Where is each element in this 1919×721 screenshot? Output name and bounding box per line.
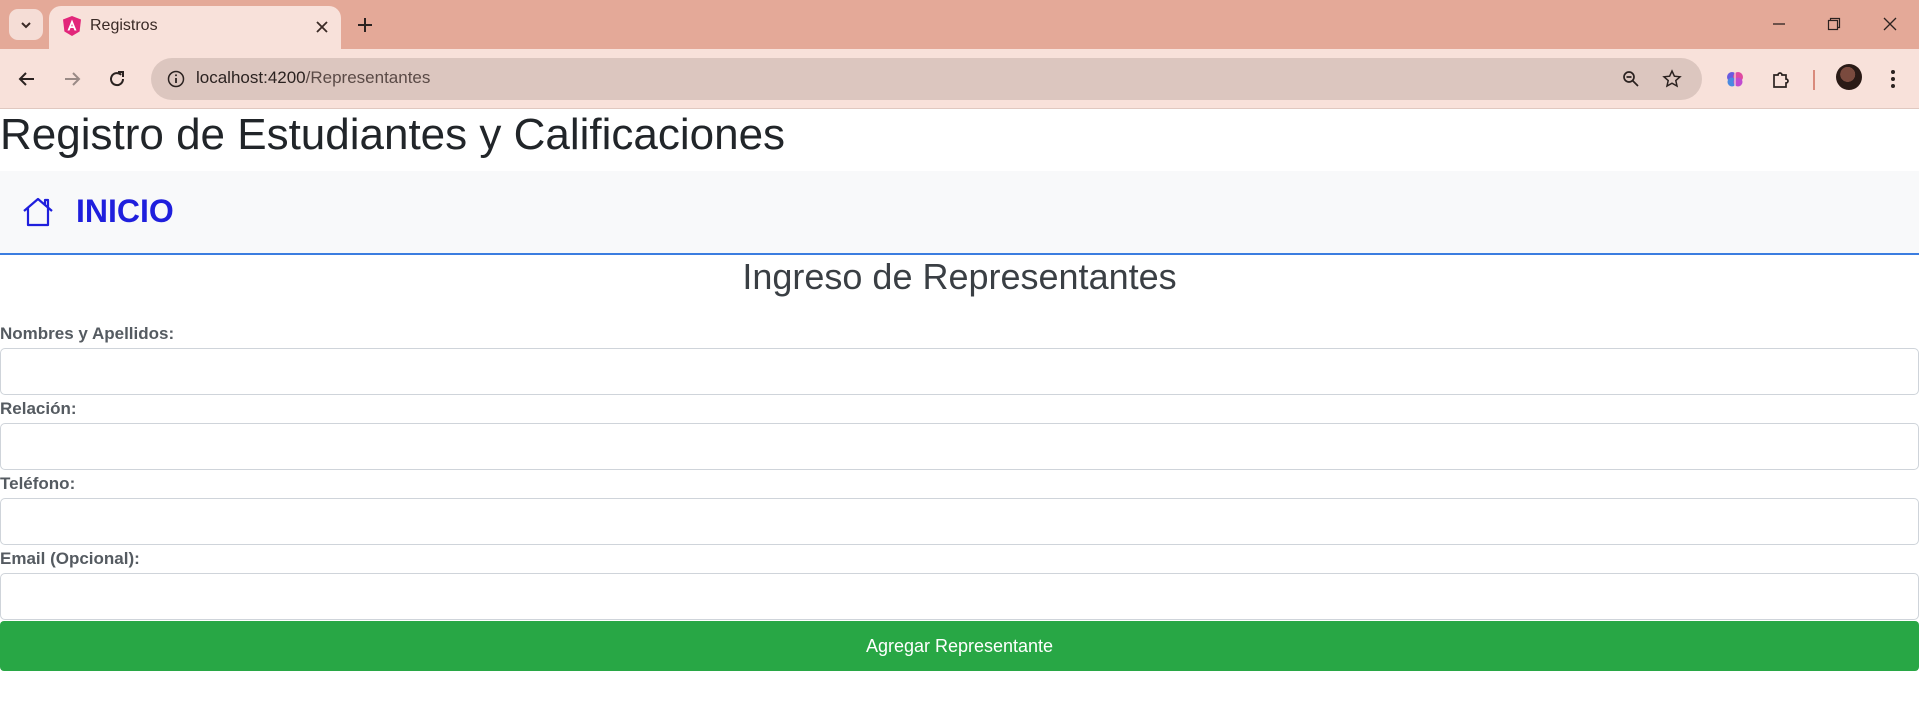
navbar: INICIO <box>0 171 1919 255</box>
browser-toolbar: localhost:4200/Representantes <box>0 49 1919 109</box>
extensions-menu-button[interactable] <box>1764 62 1798 96</box>
add-representative-button[interactable]: Agregar Representante <box>0 621 1919 671</box>
browser-tab[interactable]: Registros <box>49 6 341 49</box>
reload-button[interactable] <box>100 62 134 96</box>
profile-avatar[interactable] <box>1836 64 1862 90</box>
tab-title: Registros <box>90 17 158 34</box>
tab-close-button[interactable] <box>311 16 333 38</box>
chevron-down-icon <box>21 21 31 28</box>
restore-icon <box>1827 17 1841 31</box>
minimize-icon <box>1773 23 1785 25</box>
close-window-button[interactable] <box>1868 8 1912 40</box>
home-icon <box>23 197 53 226</box>
extension-brain-icon <box>1727 72 1743 87</box>
phone-label: Teléfono: <box>0 474 76 493</box>
reload-icon <box>110 71 125 87</box>
email-input[interactable] <box>0 573 1919 620</box>
back-arrow-icon <box>18 72 34 86</box>
plus-icon <box>358 18 372 32</box>
email-label: Email (Opcional): <box>0 549 140 568</box>
address-bar[interactable]: localhost:4200/Representantes <box>151 58 1702 100</box>
name-label: Nombres y Apellidos: <box>0 324 175 343</box>
forward-button[interactable] <box>55 62 89 96</box>
close-icon <box>316 21 328 33</box>
name-input[interactable] <box>0 348 1919 395</box>
home-link-label: INICIO <box>76 193 174 229</box>
browser-titlebar: Registros <box>0 0 1919 49</box>
section-title: Ingreso de Representantes <box>742 256 1177 297</box>
close-window-icon <box>1883 17 1897 31</box>
bookmark-button[interactable] <box>1657 64 1687 94</box>
toolbar-divider <box>1813 70 1815 90</box>
url-text[interactable]: localhost:4200/Representantes <box>196 68 430 88</box>
minimize-button[interactable] <box>1757 8 1801 40</box>
zoom-icon <box>1623 71 1639 87</box>
zoom-button[interactable] <box>1616 64 1646 94</box>
restore-button[interactable] <box>1812 8 1856 40</box>
forward-arrow-icon <box>65 72 81 86</box>
site-info-button[interactable] <box>161 64 191 94</box>
tab-search-button[interactable] <box>9 9 43 40</box>
site-info-icon <box>167 70 185 88</box>
angular-logo-icon <box>63 16 81 36</box>
back-button[interactable] <box>10 62 44 96</box>
kebab-menu-icon <box>1891 70 1895 88</box>
puzzle-icon <box>1773 72 1789 88</box>
star-icon <box>1662 69 1682 88</box>
home-link[interactable]: INICIO <box>22 193 174 230</box>
relation-input[interactable] <box>0 423 1919 470</box>
url-host: localhost:4200 <box>196 68 306 87</box>
browser-menu-button[interactable] <box>1876 62 1910 96</box>
url-path: /Representantes <box>305 68 431 87</box>
phone-input[interactable] <box>0 498 1919 545</box>
relation-label: Relación: <box>0 399 77 418</box>
extension-button[interactable] <box>1718 62 1752 96</box>
page-title: Registro de Estudiantes y Calificaciones <box>0 110 786 159</box>
new-tab-button[interactable] <box>352 12 378 38</box>
